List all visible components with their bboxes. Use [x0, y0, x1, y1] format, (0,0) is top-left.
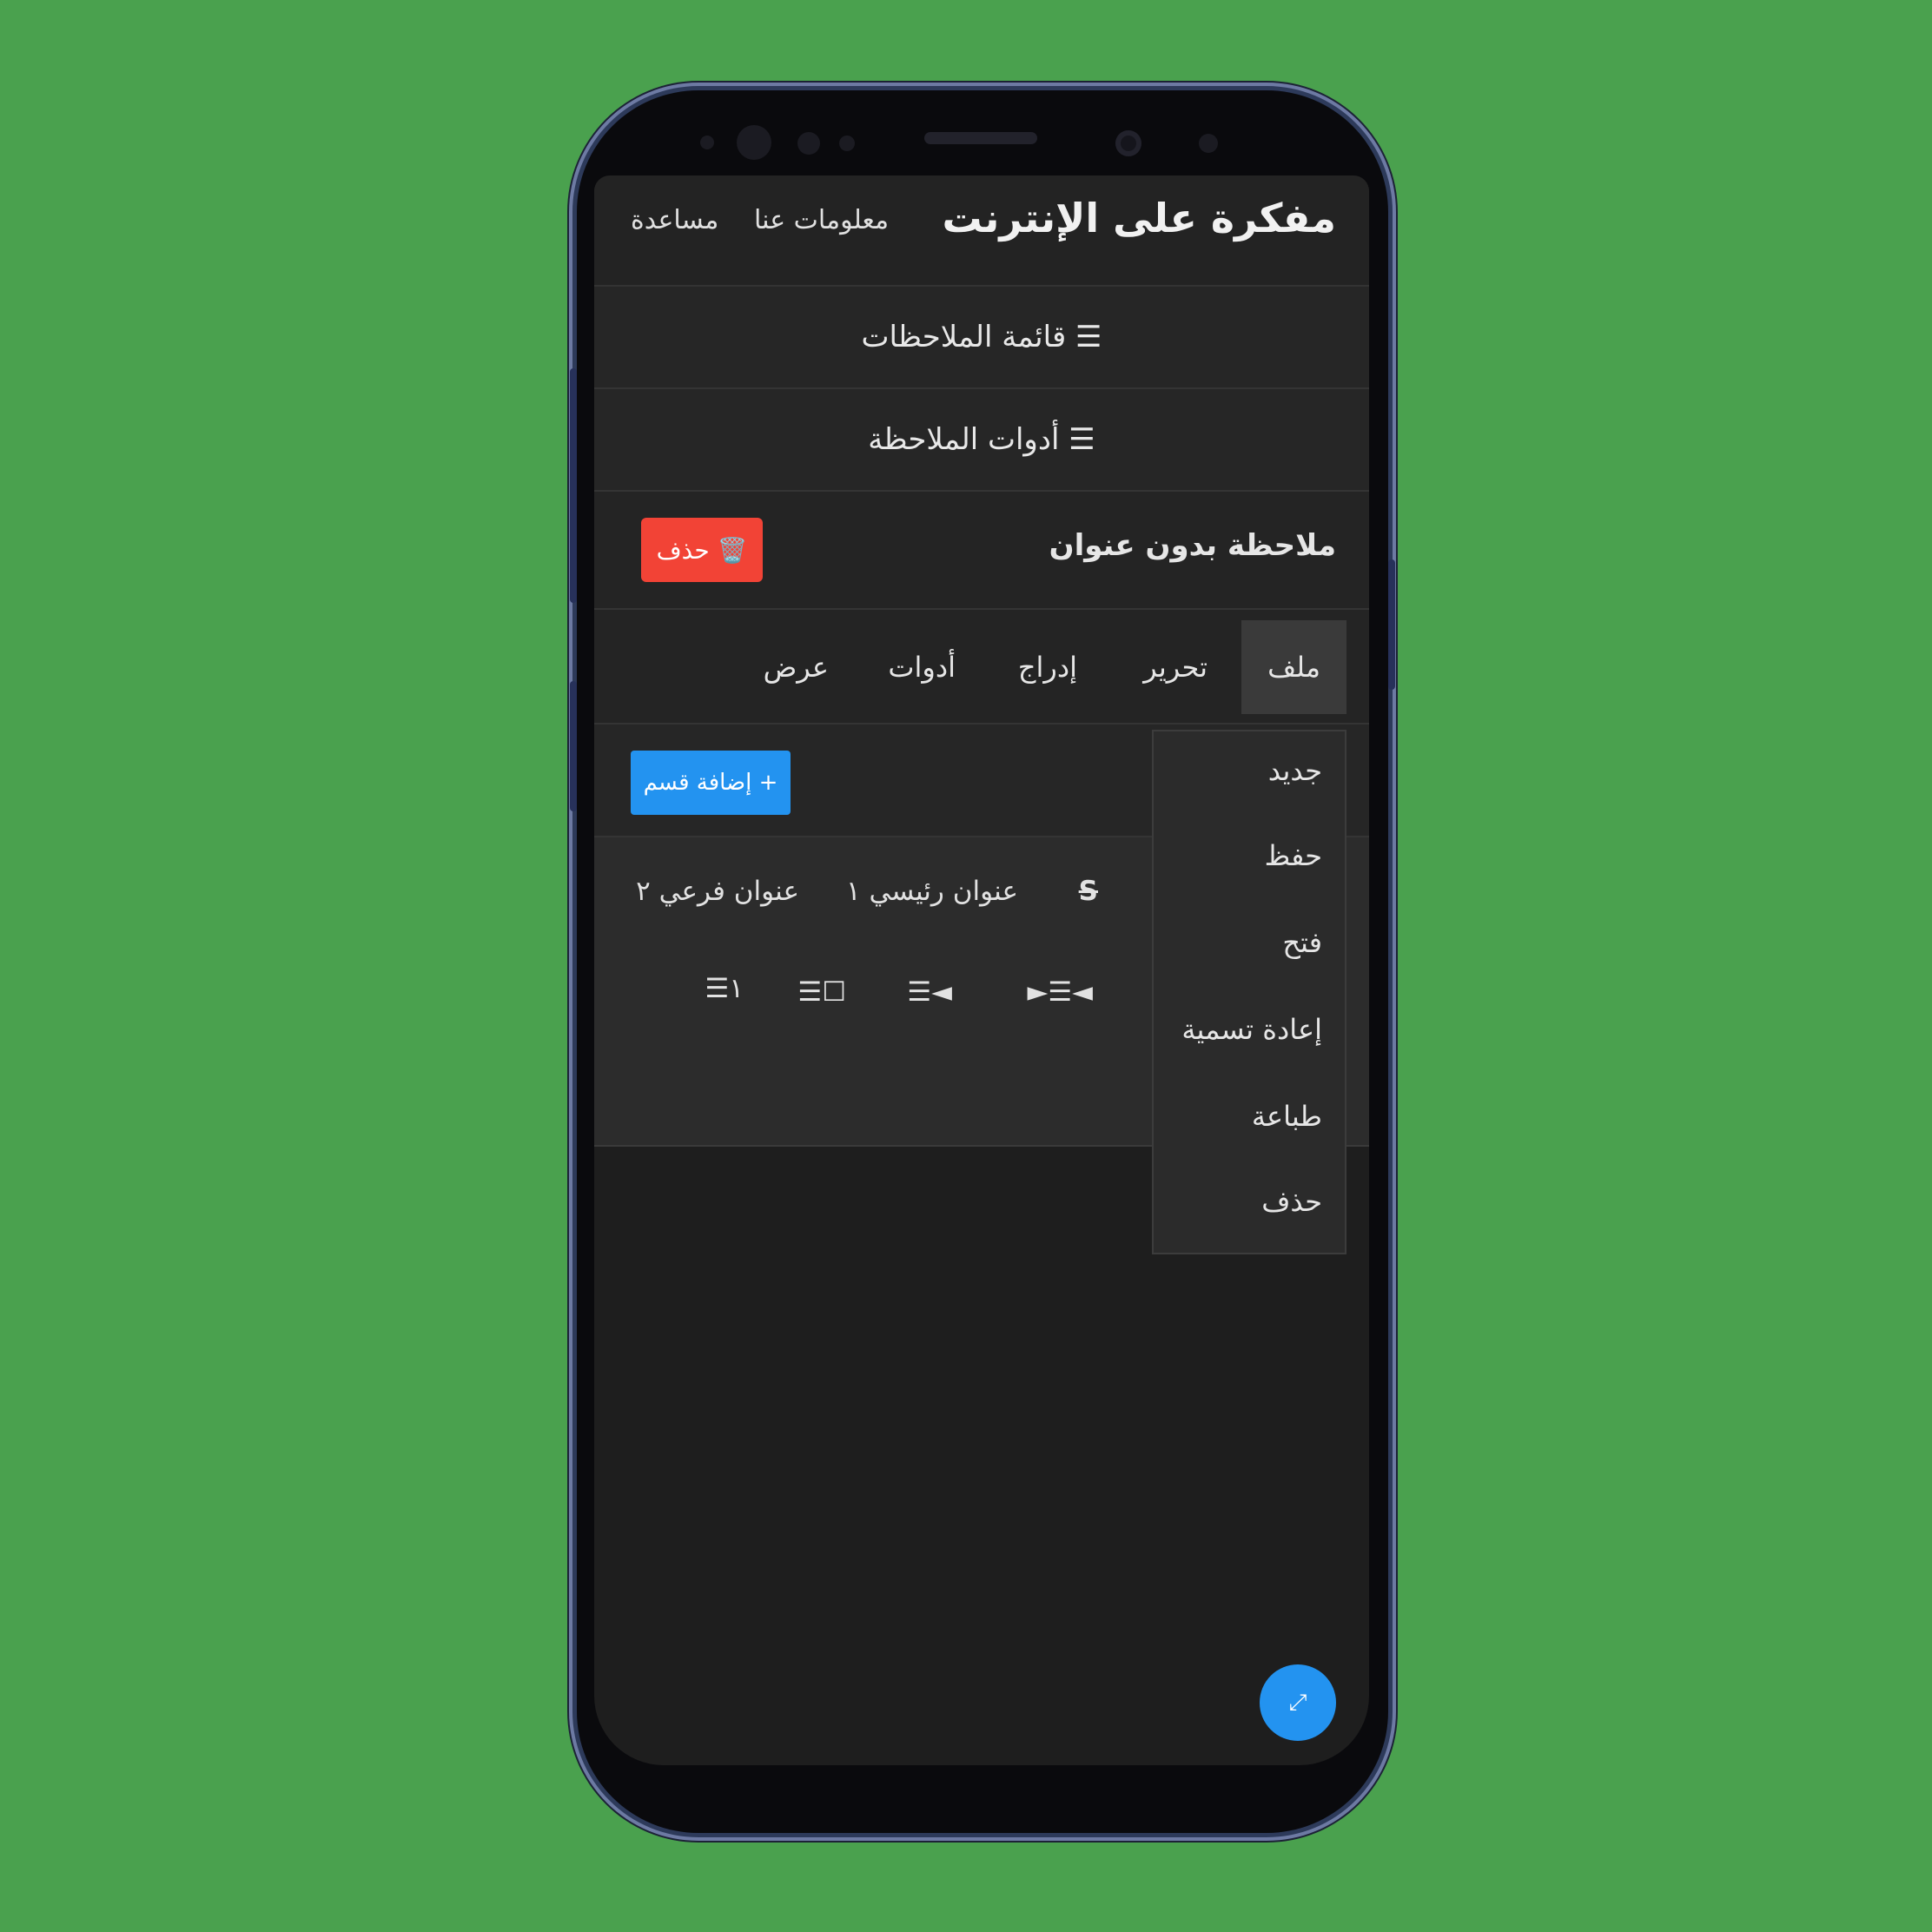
earpiece-speaker: [924, 132, 1037, 144]
menu-file[interactable]: ملف: [1241, 620, 1346, 714]
note-title[interactable]: ملاحظة بدون عنوان: [1049, 528, 1336, 563]
sensor-dot: [839, 136, 855, 151]
file-menu-dropdown: جديد حفظ فتح إعادة تسمية طباعة حذف: [1152, 730, 1346, 1254]
file-menu-delete[interactable]: حذف: [1261, 1185, 1322, 1218]
file-menu-rename[interactable]: إعادة تسمية: [1181, 1013, 1322, 1046]
notes-list-toggle[interactable]: ☰ قائمة الملاحظات: [594, 287, 1369, 389]
strikethrough-button[interactable]: S: [1079, 876, 1098, 907]
delete-note-button[interactable]: 🗑️ حذف: [641, 518, 763, 582]
sensor-dot: [1199, 134, 1218, 153]
note-tools-toggle[interactable]: ☰ أدوات الملاحظة: [594, 389, 1369, 492]
text-direction-button[interactable]: ◄☰►: [1028, 976, 1093, 1008]
volume-up-button: [570, 368, 577, 603]
help-link[interactable]: مساعدة: [631, 205, 718, 235]
top-bezel: [577, 90, 1388, 177]
app-header: مفكرة على الإنترنت معلومات عنا مساعدة: [594, 175, 1369, 287]
note-header: ملاحظة بدون عنوان 🗑️ حذف: [594, 492, 1369, 610]
file-menu-new[interactable]: جديد: [1268, 754, 1322, 787]
menu-insert[interactable]: إدراج: [992, 620, 1103, 714]
iris-scanner: [737, 125, 771, 160]
sensor-dot: [797, 132, 820, 155]
file-menu-save[interactable]: حفظ: [1265, 839, 1322, 872]
expand-fab[interactable]: ⤢: [1260, 1664, 1336, 1741]
heading1-button[interactable]: عنوان رئيسي ١: [846, 876, 1018, 907]
indent-button[interactable]: ◄☰: [907, 976, 952, 1008]
file-menu-open[interactable]: فتح: [1282, 926, 1322, 959]
numbered-list-button[interactable]: ١☰: [705, 973, 744, 1004]
heading2-button[interactable]: عنوان فرعي ٢: [636, 876, 799, 907]
menu-view[interactable]: عرض: [738, 620, 855, 714]
screen: مفكرة على الإنترنت معلومات عنا مساعدة ☰ …: [594, 175, 1369, 1765]
volume-down-button: [570, 681, 577, 811]
menu-tools[interactable]: أدوات: [862, 620, 982, 714]
add-section-button[interactable]: + إضافة قسم: [631, 751, 791, 815]
menu-edit[interactable]: تحرير: [1117, 620, 1234, 714]
phone-frame: مفكرة على الإنترنت معلومات عنا مساعدة ☰ …: [570, 90, 1395, 1833]
file-menu-print[interactable]: طباعة: [1252, 1100, 1322, 1133]
app-title: مفكرة على الإنترنت: [942, 195, 1336, 242]
menu-bar: ملف تحرير إدراج أدوات عرض: [594, 610, 1369, 724]
power-button: [1388, 559, 1395, 690]
expand-icon: ⤢: [1288, 1689, 1307, 1716]
front-camera: [1115, 130, 1141, 156]
checklist-button[interactable]: ☐☰: [797, 976, 846, 1008]
about-link[interactable]: معلومات عنا: [754, 205, 889, 235]
sensor-dot: [700, 136, 714, 149]
